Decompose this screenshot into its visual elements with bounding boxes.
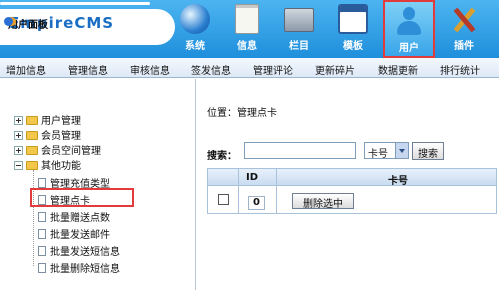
sidebar-item-label: 批量发送邮件 xyxy=(50,230,110,241)
delete-selected-button[interactable]: 删除选中 xyxy=(292,193,354,210)
breadcrumb-label: 位置： xyxy=(207,108,237,119)
column-divider xyxy=(276,169,277,213)
sidebar-item-point-cards[interactable]: 管理点卡 xyxy=(38,192,90,207)
sidebar-item-label: 批量赠送点数 xyxy=(50,213,110,224)
table-header: ID 卡号 xyxy=(208,169,496,187)
sidebar-item-batch-message[interactable]: 批量发送短信息 xyxy=(38,243,120,258)
sidebar-item-label: 批量发送短信息 xyxy=(50,247,120,258)
nav-template-label: 模板 xyxy=(343,41,363,52)
nav-system[interactable]: 系统 xyxy=(176,0,214,58)
tree-group-member-space[interactable]: 会员空间管理 xyxy=(14,142,101,157)
tools-icon xyxy=(449,4,479,34)
chevron-down-icon[interactable] xyxy=(395,143,408,158)
expand-icon[interactable] xyxy=(14,131,23,140)
subnav-manage-comments[interactable]: 管理评论 xyxy=(253,62,293,77)
select-all-id: 0 xyxy=(248,196,265,210)
page-icon xyxy=(38,246,46,256)
search-button[interactable]: 搜索 xyxy=(412,142,444,160)
search-input[interactable] xyxy=(244,142,356,159)
nav-system-label: 系统 xyxy=(185,41,205,52)
column-divider xyxy=(238,169,239,213)
column-header-card-number: 卡号 xyxy=(388,176,408,187)
tree-group-user-manage[interactable]: 用户管理 xyxy=(14,112,81,127)
select-all-checkbox[interactable] xyxy=(218,194,229,205)
user-panel-title: 用户面板 xyxy=(4,16,48,31)
subnav-add-info[interactable]: 增加信息 xyxy=(6,62,46,77)
sidebar-item-batch-delete-message[interactable]: 批量删除短信息 xyxy=(38,260,120,275)
tree-group-label: 用户管理 xyxy=(41,116,81,127)
page-icon xyxy=(38,195,46,205)
page-icon xyxy=(38,229,46,239)
subnav-review-info[interactable]: 审核信息 xyxy=(130,62,170,77)
expand-icon[interactable] xyxy=(14,146,23,155)
nav-info[interactable]: 信息 xyxy=(228,0,266,58)
sidebar-item-batch-email[interactable]: 批量发送邮件 xyxy=(38,226,110,241)
sidebar-item-label: 批量删除短信息 xyxy=(50,264,120,275)
nav-template[interactable]: 模板 xyxy=(333,0,373,58)
subnav-manage-info[interactable]: 管理信息 xyxy=(68,62,108,77)
page-icon xyxy=(38,212,46,222)
tree-group-label: 会员管理 xyxy=(41,131,81,142)
sidebar-item-batch-points[interactable]: 批量赠送点数 xyxy=(38,209,110,224)
document-icon xyxy=(235,4,259,34)
folder-open-icon xyxy=(26,161,38,170)
sub-navigation: 增加信息 管理信息 审核信息 签发信息 管理评论 更新碎片 数据更新 排行统计 xyxy=(0,58,499,78)
tree-group-label: 其他功能 xyxy=(41,161,81,172)
page-icon xyxy=(38,263,46,273)
subnav-sign-info[interactable]: 签发信息 xyxy=(191,62,231,77)
search-field-select[interactable]: 卡号 xyxy=(364,142,409,160)
folder-icon xyxy=(26,131,38,140)
column-header-id: ID xyxy=(246,172,259,183)
folder-icon xyxy=(284,8,314,32)
sidebar-item-label: 管理点卡 xyxy=(50,196,90,207)
tree-connector xyxy=(33,170,34,266)
search-label: 搜索： xyxy=(207,151,237,162)
card-table: ID 卡号 0 删除选中 xyxy=(207,168,497,214)
tree-group-other[interactable]: 其他功能 xyxy=(14,157,81,172)
nav-info-label: 信息 xyxy=(237,41,257,52)
folder-icon xyxy=(26,116,38,125)
nav-column-label: 栏目 xyxy=(289,41,309,52)
collapse-icon[interactable] xyxy=(14,161,23,170)
tree-group-label: 会员空间管理 xyxy=(41,146,101,157)
breadcrumb-current[interactable]: 管理点卡 xyxy=(237,108,277,119)
globe-icon xyxy=(180,4,210,34)
user-icon xyxy=(394,6,424,36)
subnav-ranking-stats[interactable]: 排行统计 xyxy=(440,62,480,77)
page-icon xyxy=(38,178,46,188)
nav-user-label: 用户 xyxy=(399,43,419,54)
nav-user[interactable]: 用户 xyxy=(383,0,435,58)
subnav-data-update[interactable]: 数据更新 xyxy=(378,62,418,77)
expand-icon[interactable] xyxy=(14,116,23,125)
top-header: EmpireCMS 系统 信息 栏目 模板 用户 插件 xyxy=(0,0,499,58)
search-field-value: 卡号 xyxy=(368,149,388,160)
window-icon xyxy=(338,4,368,34)
nav-column[interactable]: 栏目 xyxy=(280,0,318,58)
breadcrumb: 位置：管理点卡 xyxy=(207,104,277,119)
subnav-update-fragments[interactable]: 更新碎片 xyxy=(315,62,355,77)
nav-plugin-label: 插件 xyxy=(454,41,474,52)
nav-plugin[interactable]: 插件 xyxy=(444,0,484,58)
folder-icon xyxy=(26,146,38,155)
tree-group-member-manage[interactable]: 会员管理 xyxy=(14,127,81,142)
